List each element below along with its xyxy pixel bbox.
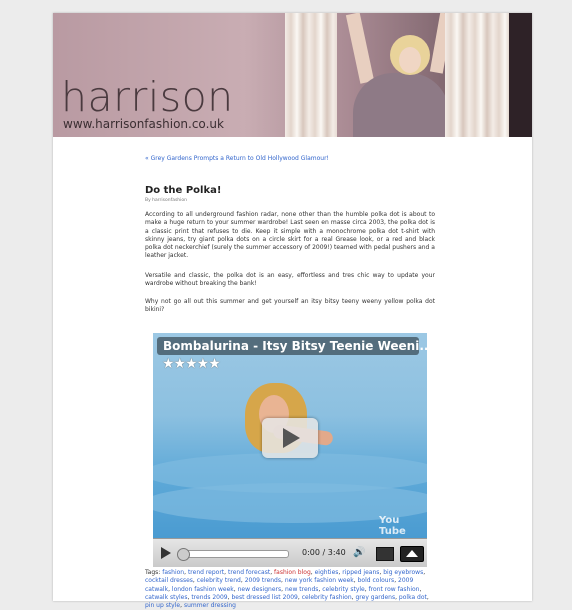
tag-link[interactable]: big eyebrows	[383, 569, 423, 576]
post-tags: Tags: fashion, trend report, trend forec…	[145, 569, 435, 610]
tag-list: fashion, trend report, trend forecast, f…	[145, 569, 429, 610]
tag-link[interactable]: celebrity fashion	[302, 594, 352, 601]
tag-link[interactable]: fashion blog	[274, 569, 311, 576]
curtain-right	[445, 13, 509, 137]
post-paragraph: Versatile and classic, the polka dot is …	[145, 272, 435, 288]
tag-link[interactable]: trend forecast	[228, 569, 270, 576]
tag-link[interactable]: catwalk styles	[145, 594, 187, 601]
post-content: « Grey Gardens Prompts a Return to Old H…	[145, 155, 435, 609]
video-controls: 0:00 / 3:40 🔊	[153, 538, 427, 567]
post-paragraph: Why not go all out this summer and get y…	[145, 298, 435, 314]
video-title-bar[interactable]: Bombalurina - Itsy Bitsy Teenie Weeni...	[157, 337, 427, 355]
tag-link[interactable]: grey gardens	[356, 594, 396, 601]
tag-link[interactable]: eighties	[315, 569, 339, 576]
tag-link[interactable]: front row fashion	[369, 586, 420, 593]
tag-link[interactable]: cocktail dresses	[145, 577, 193, 584]
tag-link[interactable]: new trends	[285, 586, 318, 593]
tag-link[interactable]: bold colours	[358, 577, 395, 584]
curtain-left	[285, 13, 337, 137]
tag-link[interactable]: summer dressing	[184, 602, 236, 609]
play-overlay-button[interactable]	[262, 418, 318, 458]
post-title: Do the Polka!	[145, 185, 222, 196]
tag-link[interactable]: trend report	[188, 569, 224, 576]
control-play-button[interactable]	[161, 547, 171, 559]
tag-link[interactable]: fashion	[162, 569, 184, 576]
rating-stars-icon: ★★★★★	[162, 356, 221, 372]
video-title[interactable]: Bombalurina - Itsy Bitsy Teenie Weeni...	[163, 339, 427, 353]
play-icon	[283, 428, 300, 448]
tag-link[interactable]: celebrity trend	[197, 577, 241, 584]
youtube-watermark[interactable]: You Tube	[379, 515, 427, 537]
tag-link[interactable]: celebrity style	[322, 586, 365, 593]
video-player[interactable]: Bombalurina - Itsy Bitsy Teenie Weeni...…	[153, 333, 427, 567]
tag-link[interactable]: best dressed list 2009	[231, 594, 297, 601]
brand-logo: harrison	[61, 73, 234, 121]
timecode: 0:00 / 3:40	[302, 548, 346, 557]
post-byline: By harrisonfashion	[145, 198, 188, 203]
resize-button[interactable]	[376, 547, 394, 561]
brand-url: www.harrisonfashion.co.uk	[63, 117, 224, 131]
tag-link[interactable]: new designers	[238, 586, 282, 593]
eject-icon	[406, 550, 418, 557]
model-arm-left	[345, 13, 375, 84]
tag-link[interactable]: 2009 trends	[245, 577, 281, 584]
model-face	[399, 47, 421, 73]
blog-page: harrison www.harrisonfashion.co.uk « Gre…	[53, 13, 532, 609]
tag-link[interactable]: london fashion week	[172, 586, 234, 593]
tags-label: Tags:	[145, 569, 161, 576]
video-frame[interactable]: Bombalurina - Itsy Bitsy Teenie Weeni...…	[153, 333, 427, 538]
tag-link[interactable]: trends 2009	[191, 594, 227, 601]
seek-handle[interactable]	[177, 548, 190, 561]
tag-link[interactable]: pin up style	[145, 602, 180, 609]
banner-edge	[509, 13, 532, 137]
seek-bar[interactable]	[177, 548, 289, 561]
tag-link[interactable]: polka dot	[399, 594, 427, 601]
post-paragraph: According to all underground fashion rad…	[145, 211, 435, 260]
model-figure	[353, 73, 449, 137]
header-banner[interactable]: harrison www.harrisonfashion.co.uk	[53, 13, 532, 137]
tag-link[interactable]: ripped jeans	[342, 569, 379, 576]
fullscreen-button[interactable]	[400, 546, 424, 562]
volume-icon[interactable]: 🔊	[353, 547, 365, 558]
previous-post-link[interactable]: « Grey Gardens Prompts a Return to Old H…	[145, 155, 435, 162]
tag-link[interactable]: new york fashion week	[285, 577, 354, 584]
